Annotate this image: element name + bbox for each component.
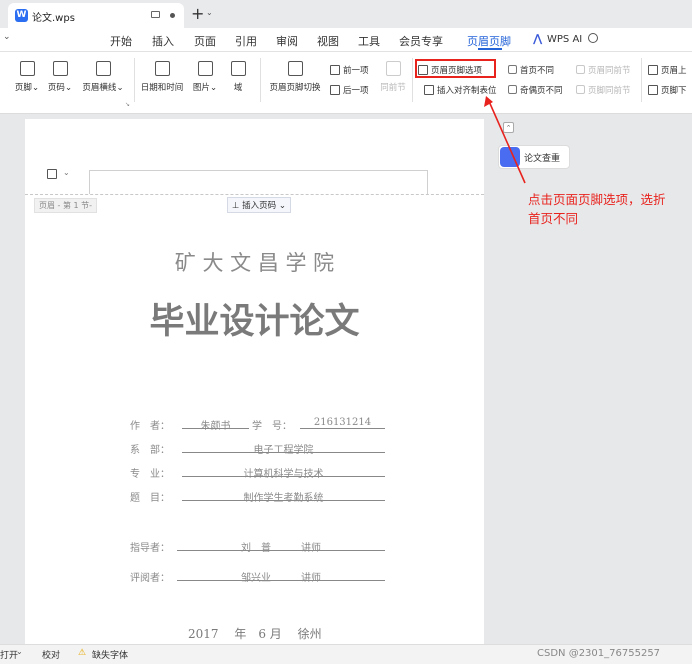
previous-icon	[330, 65, 340, 75]
calendar-icon	[154, 61, 170, 76]
footer-bottom-distance-button[interactable]: 页脚下	[648, 84, 687, 96]
footer-button[interactable]: 页脚⌄	[10, 61, 44, 93]
next-item-button[interactable]: 后一项	[330, 84, 369, 96]
menu-vip[interactable]: 会员专享	[399, 33, 443, 49]
separator	[412, 58, 413, 102]
field-icon	[230, 61, 246, 76]
menu-header-footer[interactable]: 页眉页脚	[467, 33, 511, 49]
menu-review[interactable]: 审阅	[276, 33, 298, 49]
page-number-button[interactable]: 页码⌄	[45, 61, 75, 93]
header-footer-switch-button[interactable]: 页眉页脚切换	[265, 61, 325, 93]
advisor-value: 刘 普 讲师	[177, 539, 385, 554]
page-number-small-icon: ⊥	[232, 201, 243, 211]
menu-start[interactable]: 开始	[110, 33, 132, 49]
switch-icon	[287, 61, 303, 76]
wps-ai-button[interactable]: WPS AI	[547, 34, 582, 45]
collapse-chevron-icon[interactable]: ⌄	[3, 32, 11, 42]
menu-view[interactable]: 视图	[317, 33, 339, 49]
previous-item-button[interactable]: 前一项	[330, 64, 369, 76]
footer-bottom-icon	[648, 85, 658, 95]
document-tab[interactable]: W 论文.wps	[8, 3, 184, 28]
align-icon	[424, 85, 434, 95]
next-icon	[330, 85, 340, 95]
header-top-icon	[648, 65, 658, 75]
author-label: 作 者：	[130, 421, 170, 432]
annotation-text-line2: 首页不同	[528, 211, 579, 226]
date-time-button[interactable]: 日期和时间	[138, 61, 186, 93]
title-bar: W 论文.wps + ⌄	[0, 0, 692, 28]
major-label: 专 业：	[130, 469, 170, 480]
menu-bar: ⌄ 开始 插入 页面 引用 审阅 视图 工具 会员专享 页眉页脚 ⋀ WPS A…	[0, 28, 692, 52]
header-line-button[interactable]: 页眉横线⌄	[78, 61, 128, 93]
footer-icon	[19, 61, 35, 76]
department-label: 系 部：	[130, 445, 170, 456]
header-same-as-previous-checkbox[interactable]: 页眉同前节	[576, 64, 631, 76]
same-as-previous-section-button[interactable]: 同前节	[377, 61, 409, 93]
school-name: 矿 大 文 昌 学 院	[174, 251, 335, 275]
footer-same-as-previous-checkbox[interactable]: 页脚同前节	[576, 84, 631, 96]
header-line-icon	[95, 61, 111, 76]
advisor-label: 指导者：	[130, 543, 170, 554]
menu-reference[interactable]: 引用	[235, 33, 257, 49]
dot-icon[interactable]	[170, 13, 175, 18]
missing-font-button[interactable]: 缺失字体	[92, 648, 128, 661]
author-value: 朱颜书	[182, 417, 249, 432]
monitor-icon[interactable]	[151, 11, 160, 18]
menu-page[interactable]: 页面	[194, 33, 216, 49]
wps-writer-icon: W	[15, 9, 28, 22]
separator	[134, 58, 135, 102]
csdn-watermark: CSDN @2301_76755257	[537, 648, 661, 659]
student-no-value: 216131214	[300, 417, 385, 429]
annotation-arrow	[484, 96, 526, 184]
page-number-icon	[52, 61, 68, 76]
major-value: 计算机科学与技术	[182, 465, 385, 480]
annotation-text-line1: 点击页面页脚选项，选折	[528, 192, 666, 207]
topic-label: 题 目：	[130, 493, 170, 504]
chevron-down-icon[interactable]: ⌄	[16, 647, 23, 656]
header-text-box[interactable]	[89, 170, 428, 194]
header-top-distance-button[interactable]: 页眉上	[648, 64, 687, 76]
chevron-down-icon[interactable]: ⌄	[206, 8, 213, 17]
same-section-icon	[385, 61, 401, 76]
insert-page-number-button[interactable]: ⊥ 插入页码 ⌄	[227, 197, 291, 213]
document-page[interactable]: ⌄ 页眉 - 第 1 节- ⊥ 插入页码 ⌄ 矿 大 文 昌 学 院 毕业设计论…	[25, 119, 484, 649]
status-bar: 打开 ⌄ 校对 ⚠ 缺失字体 CSDN @2301_76755257	[0, 644, 692, 664]
expand-corner-icon[interactable]: ↘	[125, 101, 130, 108]
picture-button[interactable]: 图片⌄	[190, 61, 220, 93]
ribbon-toolbar: 页脚⌄ 页码⌄ 页眉横线⌄ 日期和时间 图片⌄ 域 页眉页脚切换 前一项 后一项…	[0, 52, 692, 114]
department-value: 电子工程学院	[182, 441, 385, 456]
new-tab-icon[interactable]: +	[191, 4, 204, 23]
options-highlight-box	[415, 59, 496, 78]
separator	[260, 58, 261, 102]
header-section-label: 页眉 - 第 1 节-	[34, 198, 98, 213]
search-icon[interactable]	[588, 33, 598, 43]
reviewer-label: 评阅者：	[130, 573, 170, 584]
warning-icon: ⚠	[78, 648, 87, 658]
header-dashed-line	[25, 194, 484, 195]
topic-value: 制作学生考勤系统	[182, 489, 385, 504]
thesis-title: 毕业设计论文	[149, 302, 360, 342]
reviewer-value: 邹兴业 讲师	[177, 569, 385, 584]
picture-icon	[197, 61, 213, 76]
tab-title: 论文.wps	[32, 13, 75, 24]
header-layout-icon[interactable]	[47, 169, 57, 179]
field-button[interactable]: 域	[226, 61, 250, 93]
first-page-different-checkbox[interactable]: 首页不同	[508, 64, 554, 76]
menu-tools[interactable]: 工具	[358, 33, 380, 49]
menu-insert[interactable]: 插入	[152, 33, 174, 49]
wps-ai-icon: ⋀	[533, 32, 543, 45]
chevron-down-icon[interactable]: ⌄	[63, 168, 70, 177]
student-no-label: 学 号：	[252, 421, 292, 432]
separator	[641, 58, 642, 102]
thesis-date: 2017 年 6 月 徐州	[188, 627, 322, 641]
active-menu-underline	[478, 48, 502, 50]
proofread-button[interactable]: 校对	[42, 648, 60, 661]
